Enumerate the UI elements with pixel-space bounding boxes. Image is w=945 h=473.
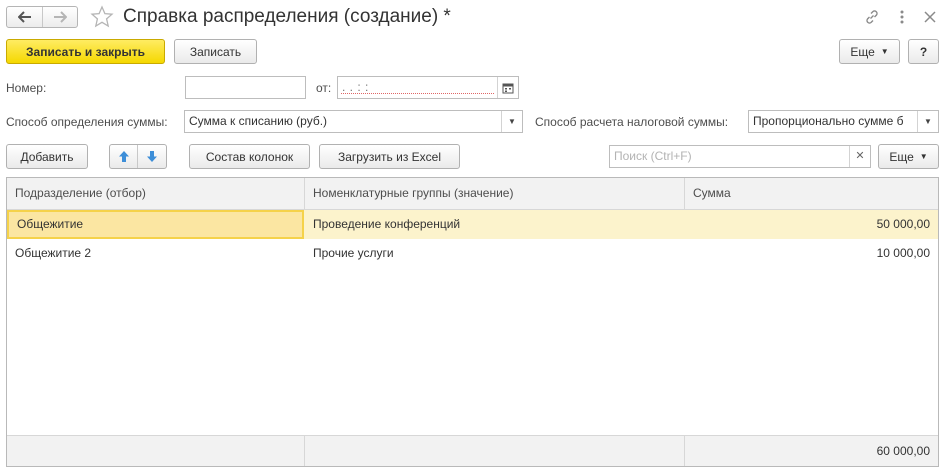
column-header-group[interactable]: Номенклатурные группы (значение): [305, 178, 685, 209]
table-header: Подразделение (отбор) Номенклатурные гру…: [7, 178, 938, 210]
calendar-icon[interactable]: [497, 77, 518, 98]
date-mask: . . : :: [342, 80, 369, 94]
column-header-sum[interactable]: Сумма: [685, 178, 938, 209]
move-down-button[interactable]: [138, 145, 166, 168]
chevron-down-icon[interactable]: ▼: [501, 111, 522, 132]
column-setup-label: Состав колонок: [205, 149, 294, 164]
close-icon[interactable]: [921, 8, 939, 26]
move-up-button[interactable]: [110, 145, 138, 168]
footer-dept-cell: [7, 436, 305, 466]
page-title: Справка распределения (создание) *: [123, 6, 451, 27]
link-icon[interactable]: [863, 8, 881, 26]
row-group-cell[interactable]: Прочие услуги: [305, 239, 685, 268]
row-group-cell[interactable]: Проведение конференций: [305, 210, 685, 239]
load-excel-button[interactable]: Загрузить из Excel: [319, 144, 460, 169]
sum-method-select[interactable]: Сумма к списанию (руб.) ▼: [184, 110, 523, 133]
favorite-star-icon[interactable]: [90, 5, 114, 29]
forward-button[interactable]: [42, 7, 77, 27]
number-label: Номер:: [6, 81, 47, 95]
help-label: ?: [919, 44, 928, 59]
chevron-down-icon: ▼: [919, 152, 928, 161]
row-sum-cell[interactable]: 50 000,00: [685, 210, 938, 239]
navigation-buttons: [6, 6, 78, 28]
date-input[interactable]: . . : :: [337, 76, 519, 99]
tax-method-value: Пропорционально сумме б: [753, 114, 904, 128]
row-dept-cell[interactable]: Общежитие 2: [7, 239, 305, 268]
search-input[interactable]: Поиск (Ctrl+F) ✕: [609, 145, 871, 168]
chevron-down-icon: ▼: [880, 47, 889, 56]
add-label: Добавить: [20, 149, 74, 164]
search-placeholder: Поиск (Ctrl+F): [614, 149, 692, 163]
more-menu-button[interactable]: Еще ▼: [839, 39, 900, 64]
arrow-up-icon: [118, 151, 129, 162]
more-label: Еще: [850, 44, 875, 59]
date-label: от:: [316, 81, 332, 95]
arrow-down-icon: [147, 151, 157, 162]
back-button[interactable]: [7, 7, 42, 27]
tax-method-label: Способ расчета налоговой суммы:: [535, 115, 729, 129]
chevron-down-icon[interactable]: ▼: [917, 111, 938, 132]
sum-method-value: Сумма к списанию (руб.): [189, 114, 328, 128]
save-button[interactable]: Записать: [174, 39, 257, 64]
column-setup-button[interactable]: Состав колонок: [189, 144, 310, 169]
save-and-close-button[interactable]: Записать и закрыть: [6, 39, 165, 64]
arrow-left-icon: [17, 11, 31, 23]
column-header-dept[interactable]: Подразделение (отбор): [7, 178, 305, 209]
more-vertical-icon[interactable]: [893, 8, 911, 26]
table-row[interactable]: Общежитие 2 Прочие услуги 10 000,00: [7, 239, 938, 268]
number-input[interactable]: [185, 76, 306, 99]
help-button[interactable]: ?: [908, 39, 939, 64]
footer-total-sum: 60 000,00: [876, 444, 930, 458]
load-excel-label: Загрузить из Excel: [337, 149, 441, 164]
save-label: Записать: [189, 44, 242, 59]
table-row[interactable]: Общежитие Проведение конференций 50 000,…: [7, 210, 938, 239]
tax-method-select[interactable]: Пропорционально сумме б ▼: [748, 110, 939, 133]
table-more-label: Еще: [889, 149, 914, 164]
add-button[interactable]: Добавить: [6, 144, 88, 169]
table-more-button[interactable]: Еще ▼: [878, 144, 939, 169]
date-validation-underline: [341, 93, 494, 94]
table-footer: 60 000,00: [7, 435, 938, 466]
distribution-table: Подразделение (отбор) Номенклатурные гру…: [6, 177, 939, 467]
clear-search-icon[interactable]: ✕: [849, 146, 870, 167]
move-buttons: [109, 144, 167, 169]
row-dept-cell[interactable]: Общежитие: [7, 210, 304, 239]
arrow-right-icon: [54, 11, 67, 23]
sum-method-label: Способ определения суммы:: [6, 115, 168, 129]
row-sum-cell[interactable]: 10 000,00: [685, 239, 938, 268]
save-and-close-label: Записать и закрыть: [26, 44, 145, 59]
footer-group-cell: [305, 436, 685, 466]
